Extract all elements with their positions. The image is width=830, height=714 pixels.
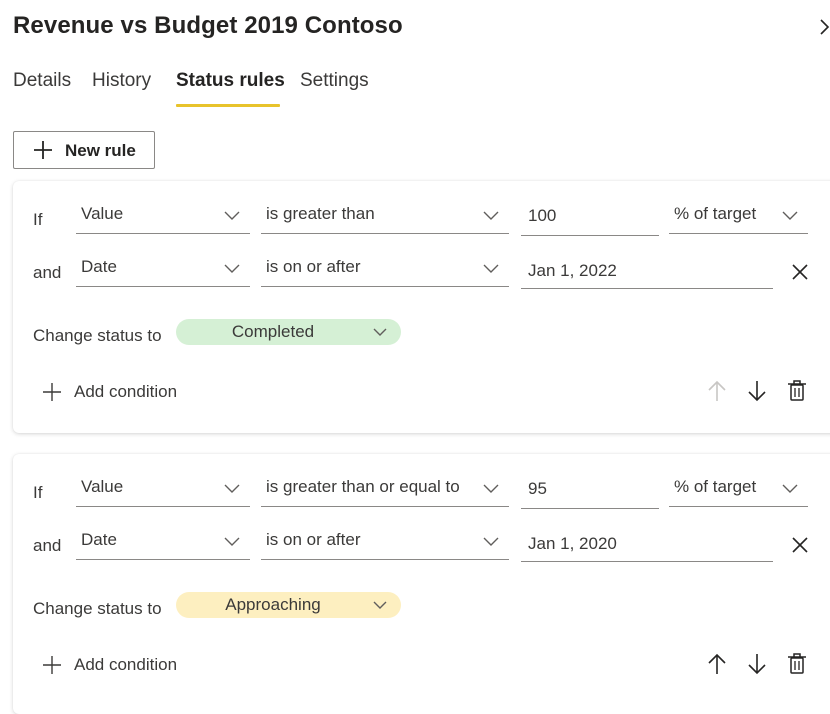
date-input[interactable]: Jan 1, 2020 xyxy=(521,529,773,562)
remove-condition-icon[interactable] xyxy=(791,263,809,281)
field-value: Value xyxy=(81,477,124,496)
rule-card-2: If Value is greater than or equal to 95 … xyxy=(13,454,830,714)
unit-value: % of target xyxy=(674,477,757,496)
field-dropdown[interactable]: Value xyxy=(76,201,250,234)
tab-history[interactable]: History xyxy=(92,70,151,92)
add-condition-label: Add condition xyxy=(74,655,178,674)
and-operator-dropdown[interactable]: is on or after xyxy=(261,527,509,560)
operator-dropdown[interactable]: is greater than xyxy=(261,201,509,234)
unit-value: % of target xyxy=(674,204,757,223)
date-input[interactable]: Jan 1, 2022 xyxy=(521,256,773,289)
chevron-down-icon xyxy=(483,537,499,546)
value-input[interactable]: 95 xyxy=(521,476,659,509)
chevron-down-icon xyxy=(782,211,798,220)
operator-dropdown[interactable]: is greater than or equal to xyxy=(261,474,509,507)
arrow-down-icon[interactable] xyxy=(746,379,768,403)
date-text: Jan 1, 2020 xyxy=(528,534,617,553)
value-input[interactable]: 100 xyxy=(521,203,659,236)
chevron-down-icon xyxy=(483,484,499,493)
plus-icon xyxy=(34,141,52,159)
plus-icon xyxy=(43,656,61,674)
and-label: and xyxy=(33,536,62,555)
chevron-down-icon xyxy=(373,328,387,336)
new-rule-label: New rule xyxy=(65,141,136,160)
field-value: Value xyxy=(81,204,124,223)
operator-value: is greater than or equal to xyxy=(266,477,460,496)
active-tab-indicator xyxy=(176,104,280,107)
chevron-down-icon xyxy=(483,264,499,273)
and-field-value: Date xyxy=(81,257,117,276)
status-value: Completed xyxy=(231,322,315,341)
chevron-right-icon[interactable] xyxy=(818,16,830,38)
tab-details[interactable]: Details xyxy=(13,70,71,92)
value-text: 95 xyxy=(528,479,547,498)
tab-settings[interactable]: Settings xyxy=(300,70,369,92)
arrow-up-icon[interactable] xyxy=(706,652,728,676)
status-value: Approaching xyxy=(225,595,321,614)
status-dropdown[interactable]: Approaching xyxy=(176,592,401,618)
and-field-value: Date xyxy=(81,530,117,549)
field-dropdown[interactable]: Value xyxy=(76,474,250,507)
add-condition-label: Add condition xyxy=(74,382,178,401)
arrow-down-icon[interactable] xyxy=(746,652,768,676)
and-operator-value: is on or after xyxy=(266,257,361,276)
chevron-down-icon xyxy=(373,601,387,609)
chevron-down-icon xyxy=(224,537,240,546)
rule-card-1: If Value is greater than 100 % of target… xyxy=(13,181,830,433)
tab-status-rules[interactable]: Status rules xyxy=(176,70,285,92)
if-label: If xyxy=(33,210,43,229)
status-dropdown[interactable]: Completed xyxy=(176,319,401,345)
add-condition-button[interactable]: Add condition xyxy=(42,653,202,679)
unit-dropdown[interactable]: % of target xyxy=(669,201,808,234)
unit-dropdown[interactable]: % of target xyxy=(669,474,808,507)
value-text: 100 xyxy=(528,206,557,225)
plus-icon xyxy=(43,383,61,401)
and-field-dropdown[interactable]: Date xyxy=(76,527,250,560)
remove-condition-icon[interactable] xyxy=(791,536,809,554)
if-label: If xyxy=(33,483,43,502)
and-operator-value: is on or after xyxy=(266,530,361,549)
add-condition-button[interactable]: Add condition xyxy=(42,380,202,406)
operator-value: is greater than xyxy=(266,204,375,223)
chevron-down-icon xyxy=(483,211,499,220)
panel-title: Revenue vs Budget 2019 Contoso xyxy=(13,12,403,39)
new-rule-button[interactable]: New rule xyxy=(13,131,155,169)
and-operator-dropdown[interactable]: is on or after xyxy=(261,254,509,287)
and-label: and xyxy=(33,263,62,282)
chevron-down-icon xyxy=(224,484,240,493)
chevron-down-icon xyxy=(224,211,240,220)
and-field-dropdown[interactable]: Date xyxy=(76,254,250,287)
trash-icon[interactable] xyxy=(786,652,808,676)
chevron-down-icon xyxy=(224,264,240,273)
change-status-label: Change status to xyxy=(33,599,162,618)
chevron-down-icon xyxy=(782,484,798,493)
arrow-up-icon[interactable] xyxy=(706,379,728,403)
date-text: Jan 1, 2022 xyxy=(528,261,617,280)
trash-icon[interactable] xyxy=(786,379,808,403)
change-status-label: Change status to xyxy=(33,326,162,345)
